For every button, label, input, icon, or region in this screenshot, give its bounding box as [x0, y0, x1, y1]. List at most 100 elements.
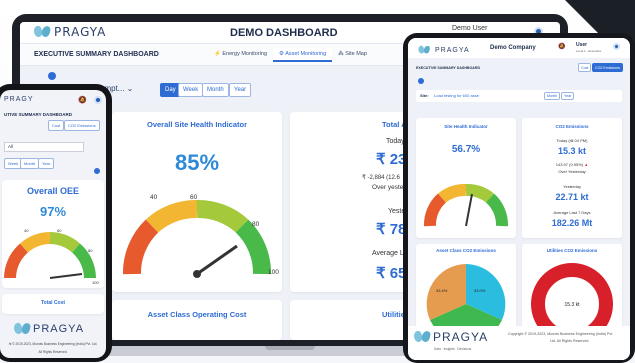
gauge-segment-lightgreen [465, 184, 494, 203]
phone-co2-button[interactable]: CO2 Emissions [64, 120, 100, 131]
tablet-yesterday-value: 22.71 kt [555, 192, 589, 202]
phone-device: PRAGY 🔕 UTIVE SUMMARY DASHBOARD Cost CO2… [0, 84, 112, 362]
butterfly-logo-icon [418, 45, 429, 55]
gauge-segment-lightgreen [196, 200, 249, 233]
gauge-needle [465, 193, 473, 227]
site-health-value: 85% [174, 150, 220, 175]
butterfly-logo-icon [14, 322, 30, 336]
period-week-button[interactable]: Week [178, 83, 204, 97]
tab-label: Energy Monitoring [222, 51, 268, 57]
gauge-segment-red [123, 219, 159, 275]
tab-label: Site Map [345, 51, 367, 57]
gauge-segment-red [4, 243, 29, 279]
gauge-segment-lightgreen [49, 232, 80, 253]
collapse-toggle-icon[interactable] [48, 72, 56, 80]
over-yesterday-label: Over yester [372, 184, 406, 191]
tablet-yesterday-label: Yesterday [563, 184, 581, 189]
gauge-tick-label: 40 [150, 194, 158, 201]
page-title: DEMO DASHBOARD [230, 27, 338, 39]
tablet-asset-class-title: Asset Class CO2 Emissions [436, 248, 496, 253]
tablet-device: PRAGYA Demo Company 🔕 User Level 1 - Exe… [403, 33, 635, 363]
tablet-co2-button[interactable]: CO2 Emissions [592, 63, 623, 72]
gauge-segment-green [235, 219, 271, 275]
promo-stage: PRAGYA DEMO DASHBOARD Demo User EXECUTIV… [0, 0, 635, 363]
oee-gauge: 40 60 80 100 [4, 228, 99, 285]
notification-off-icon[interactable]: 🔕 [558, 43, 565, 50]
period-month-button[interactable]: Month [202, 83, 229, 97]
tablet-average-label: Average Last 7 Days [553, 210, 591, 215]
butterfly-logo-icon [34, 25, 50, 39]
phone-footer-rights: All Rights Reserved. [38, 350, 68, 354]
tablet-footer-logo: PRAGYA [414, 330, 488, 344]
tablet-user[interactable]: User [576, 42, 587, 48]
tablet-site-select[interactable]: Load testing for 600 asse [434, 93, 479, 98]
tablet-screen: PRAGYA Demo Company 🔕 User Level 1 - Exe… [408, 38, 630, 360]
tablet-site-health-value: 56.7% [451, 144, 481, 155]
gauge-tick-label: 100 [268, 269, 279, 276]
laptop-brand: PRAGYA [54, 25, 107, 39]
tablet-brand: PRAGYA [435, 46, 470, 54]
butterfly-logo-icon [414, 330, 430, 344]
gauge-tick-label: 80 [88, 248, 93, 253]
phone-subtitle: UTIVE SUMMARY DASHBOARD [4, 112, 73, 117]
utilities-card: Utilities [290, 300, 420, 340]
tablet-co2-title: CO2 Emissions [555, 124, 589, 129]
tablet-collapse-icon[interactable] [418, 78, 424, 84]
gauge-segment-yellow [20, 232, 51, 253]
phone-site-select[interactable]: All [4, 142, 84, 152]
tablet-today-label: Today (till 04 PM) [556, 138, 588, 143]
gauge-segment-yellow [145, 200, 198, 233]
pie-label: 33.4% [436, 288, 448, 293]
notification-off-icon[interactable]: 🔕 [78, 96, 87, 104]
phone-cost-button[interactable]: Cost [48, 120, 65, 131]
gauge-needle [196, 244, 238, 276]
gauge-tick-label: 60 [190, 194, 198, 201]
tablet-subtitle: EXECUTIVE SUMMARY DASHBOARD [416, 66, 481, 70]
donut-center-label: 15.3 kt [564, 302, 580, 308]
tablet-logo[interactable]: PRAGYA [416, 43, 470, 57]
gauge-tick-label: 100 [92, 280, 99, 285]
tablet-utilities-title: Utilities CO2 Emissions [546, 248, 598, 253]
laptop-logo[interactable]: PRAGYA [34, 25, 106, 39]
tablet-co2-card: CO2 Emissions Today (till 04 PM) 15.3 kt… [522, 118, 622, 238]
tab-asset-monitoring[interactable]: ⚙ Asset Monitoring [273, 48, 333, 62]
total-asset-card: Total Asset Today (till 1 ₹ 23,4 ₹ -2,88… [290, 112, 422, 292]
phone-footer-brand: PRAGYA [33, 323, 85, 335]
phone-footer-logo: PRAGYA [14, 322, 84, 336]
total-cost-title: Total Cost [40, 300, 66, 306]
tablet-site-health-card: Site Health Indicator 56.7% [416, 118, 516, 238]
oee-value: 97% [39, 204, 67, 219]
phone-filter-icon[interactable] [94, 168, 100, 174]
tablet-site-health-title: Site Health Indicator [444, 124, 488, 129]
asset-class-card: Asset Class Operating Cost [112, 300, 282, 340]
tablet-over-yesterday: Over Yesterday [558, 169, 586, 174]
tab-energy-monitoring[interactable]: ⚡ Energy Monitoring [208, 48, 273, 62]
phone-screen: PRAGY 🔕 UTIVE SUMMARY DASHBOARD Cost CO2… [0, 90, 106, 358]
tablet-today-value: 15.3 kt [557, 146, 587, 156]
phone-year-button[interactable]: Year [38, 158, 55, 169]
gauge-hub [193, 270, 201, 278]
pie-label: 33.0% [474, 288, 486, 293]
tablet-title: Demo Company [490, 45, 536, 51]
user-name[interactable]: Demo User [452, 25, 487, 32]
laptop-tabs: ⚡ Energy Monitoring ⚙ Asset Monitoring ⁂… [208, 48, 373, 62]
gauge-segment-red [424, 193, 447, 227]
tablet-cost-button[interactable]: Cost [578, 63, 592, 72]
phone-month-button[interactable]: Month [20, 158, 40, 169]
tablet-user-icon[interactable] [613, 43, 620, 50]
tab-site-map[interactable]: ⁂ Site Map [332, 48, 373, 62]
tablet-delta-value: 143.97 (0.95%) [555, 162, 584, 167]
period-year-button[interactable]: Year [229, 83, 252, 97]
tablet-footer-tagline: Data · Insights · Decisions [434, 347, 472, 351]
tablet-month-button[interactable]: Month [544, 92, 560, 100]
tablet-year-button[interactable]: Year [561, 92, 575, 100]
gauge-tick-label: 80 [252, 221, 260, 228]
site-health-title: Overall Site Health Indicator [146, 120, 248, 129]
phone-total-cost-card: Total Cost [2, 294, 104, 314]
site-health-gauge: 40 60 80 100 [123, 194, 279, 278]
site-health-card: Overall Site Health Indicator 85% 40 60 … [112, 112, 282, 292]
phone-user-icon[interactable] [94, 96, 102, 104]
up-arrow-icon: ▲ [584, 162, 589, 167]
tablet-footer-brand: PRAGYA [433, 330, 489, 344]
gauge-tick-label: 60 [57, 228, 62, 233]
